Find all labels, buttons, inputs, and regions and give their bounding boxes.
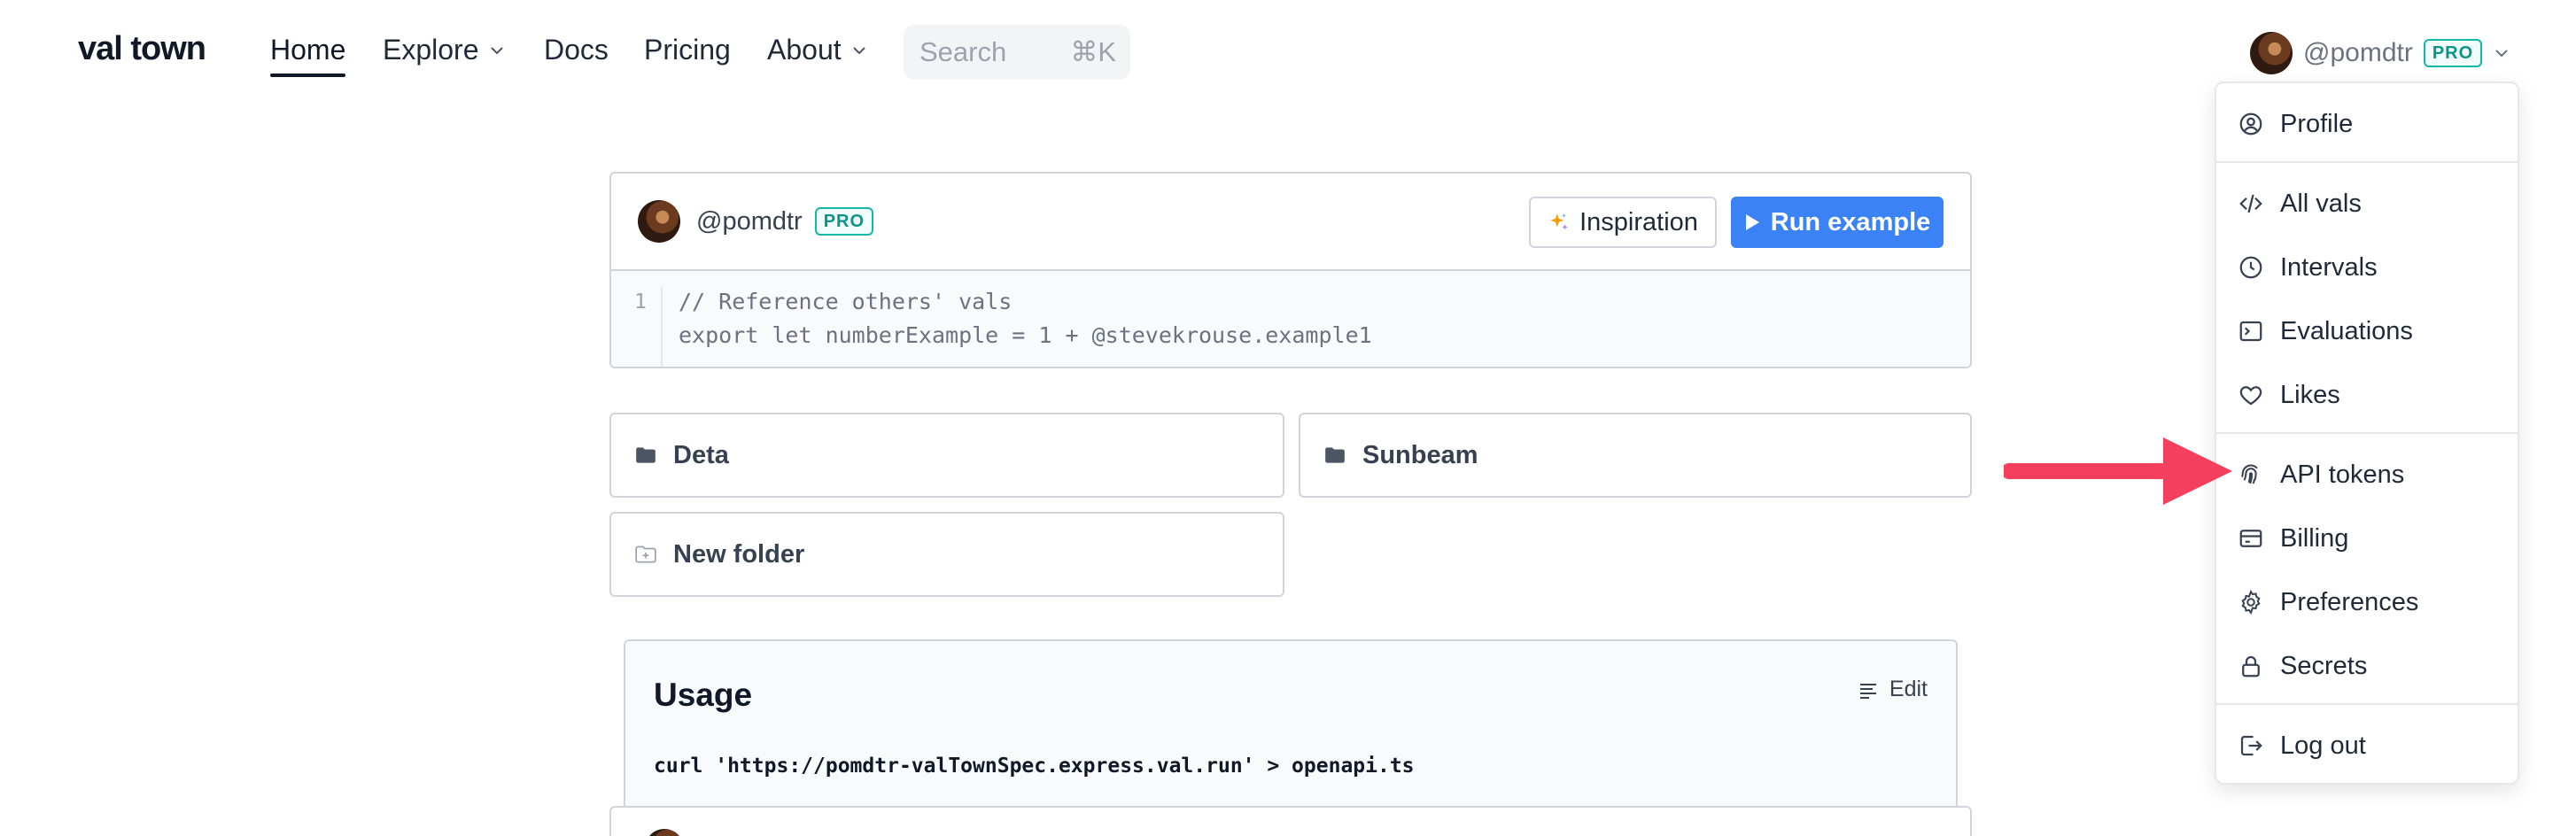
sparkles-icon (1550, 213, 1568, 230)
inspiration-button[interactable]: Inspiration (1529, 197, 1717, 248)
code-line: // Reference others' vals (679, 289, 1013, 314)
edit-button[interactable]: Edit (1858, 677, 1928, 702)
chevron-down-icon (490, 46, 503, 54)
nav-link-about[interactable]: About (767, 34, 868, 66)
folder-sunbeam[interactable]: Sunbeam (1299, 413, 1972, 498)
menu-item-all-vals[interactable]: All vals (2238, 186, 2362, 221)
avatar (645, 829, 684, 836)
menu-divider (2216, 703, 2518, 705)
search-input[interactable]: Search ⌘K (904, 25, 1130, 80)
run-example-button[interactable]: Run example (1731, 197, 1944, 248)
avatar (2250, 32, 2293, 74)
nav-link-label: Explore (383, 34, 479, 66)
folder-plus-icon (635, 546, 656, 563)
menu-item-api-tokens[interactable]: API tokens (2238, 457, 2404, 492)
gutter-divider (661, 287, 663, 367)
usage-title: Usage (654, 677, 753, 713)
val-town-logo[interactable]: val town (78, 30, 206, 68)
menu-item-label: Log out (2280, 731, 2366, 760)
nav-link-label: Home (270, 34, 346, 66)
user-menu-trigger[interactable]: @pomdtr PRO (2250, 27, 2510, 80)
edit-label: Edit (1889, 677, 1928, 701)
pro-badge: PRO (814, 207, 874, 236)
search-placeholder: Search (919, 36, 1007, 67)
val-editor-card: @pomdtr PRO Inspiration Run example 1 //… (609, 172, 1972, 368)
menu-item-label: Profile (2280, 109, 2354, 138)
line-number: 1 (634, 290, 647, 314)
play-icon (1745, 214, 1759, 230)
user-dropdown-menu: Profile All vals Intervals Evaluations L… (2215, 81, 2519, 785)
user-handle: @pomdtr (2303, 38, 2413, 67)
menu-item-label: Secrets (2280, 651, 2368, 680)
menu-item-intervals[interactable]: Intervals (2238, 250, 2378, 285)
next-val-card (609, 806, 1972, 836)
menu-item-secrets[interactable]: Secrets (2238, 648, 2367, 684)
folder-label: New folder (673, 539, 805, 569)
avatar[interactable] (638, 200, 680, 243)
menu-item-label: Intervals (2280, 252, 2378, 282)
top-navigation: val town Home Explore Docs Pricing About… (0, 0, 2576, 104)
menu-item-label: All vals (2280, 189, 2362, 218)
lock-icon (2242, 655, 2260, 677)
menu-item-likes[interactable]: Likes (2238, 377, 2340, 413)
new-folder-button[interactable]: New folder (609, 512, 1284, 597)
usage-command: curl 'https://pomdtr-valTownSpec.express… (654, 755, 1415, 778)
menu-item-label: Billing (2280, 523, 2349, 553)
author-handle[interactable]: @pomdtr (696, 207, 803, 236)
annotation-arrow-icon (2004, 437, 2232, 505)
inspiration-label: Inspiration (1579, 207, 1698, 236)
chevron-down-icon (852, 46, 865, 54)
nav-link-pricing[interactable]: Pricing (644, 34, 731, 66)
menu-divider (2216, 432, 2518, 434)
menu-item-label: Likes (2280, 380, 2340, 409)
gear-icon (2241, 589, 2261, 615)
code-editor[interactable]: 1 // Reference others' vals export let n… (611, 271, 1970, 367)
heart-icon (2239, 386, 2262, 406)
code-icon (2239, 194, 2262, 213)
folder-label: Sunbeam (1362, 440, 1478, 469)
user-circle-icon (2239, 112, 2262, 135)
run-example-label: Run example (1770, 207, 1931, 236)
logout-icon (2240, 735, 2262, 756)
menu-item-evaluations[interactable]: Evaluations (2238, 314, 2413, 349)
folder-icon (1325, 447, 1345, 463)
menu-divider (2216, 161, 2518, 163)
code-line: export let numberExample = 1 + @stevekro… (679, 322, 1372, 348)
menu-item-billing[interactable]: Billing (2238, 521, 2348, 556)
align-left-icon (1859, 683, 1876, 699)
folder-deta[interactable]: Deta (609, 413, 1284, 498)
nav-link-label: Pricing (644, 34, 731, 66)
card-header: @pomdtr PRO Inspiration Run example (611, 174, 1970, 271)
menu-item-log-out[interactable]: Log out (2238, 728, 2366, 763)
folder-label: Deta (673, 440, 729, 469)
pro-badge: PRO (2423, 39, 2483, 67)
nav-link-explore[interactable]: Explore (383, 34, 506, 66)
nav-link-label: About (767, 34, 842, 66)
menu-item-label: Preferences (2280, 587, 2419, 616)
menu-item-label: Evaluations (2280, 316, 2413, 345)
search-shortcut: ⌘K (1070, 36, 1116, 67)
fingerprint-icon (2241, 464, 2258, 484)
nav-link-label: Docs (544, 34, 609, 66)
nav-link-home[interactable]: Home (270, 34, 346, 77)
chevron-down-icon (2495, 50, 2508, 58)
menu-item-preferences[interactable]: Preferences (2238, 584, 2418, 620)
menu-item-label: API tokens (2280, 460, 2405, 489)
credit-card-icon (2239, 530, 2262, 547)
folder-icon (636, 447, 656, 463)
clock-icon (2239, 256, 2262, 279)
nav-link-docs[interactable]: Docs (544, 34, 609, 66)
terminal-icon (2239, 321, 2262, 342)
menu-item-profile[interactable]: Profile (2238, 106, 2353, 142)
